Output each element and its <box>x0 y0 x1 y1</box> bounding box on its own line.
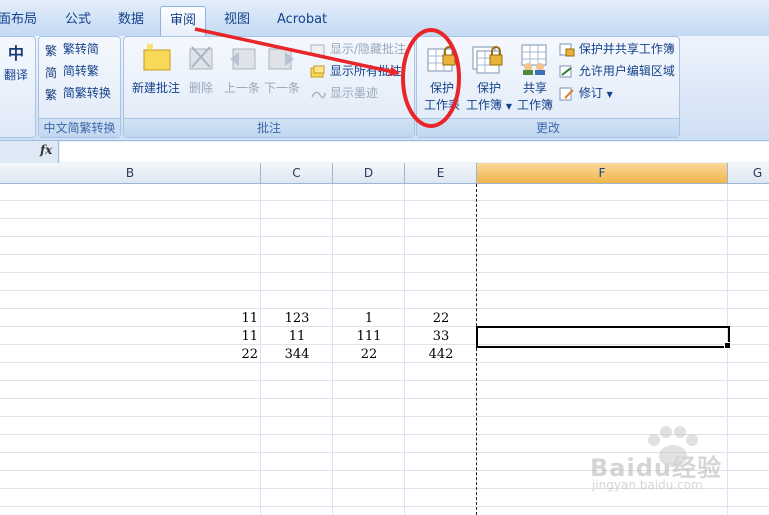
annotation-overlay <box>194 27 461 128</box>
annotation-arrow <box>194 27 400 77</box>
annotation-circle <box>401 28 461 128</box>
